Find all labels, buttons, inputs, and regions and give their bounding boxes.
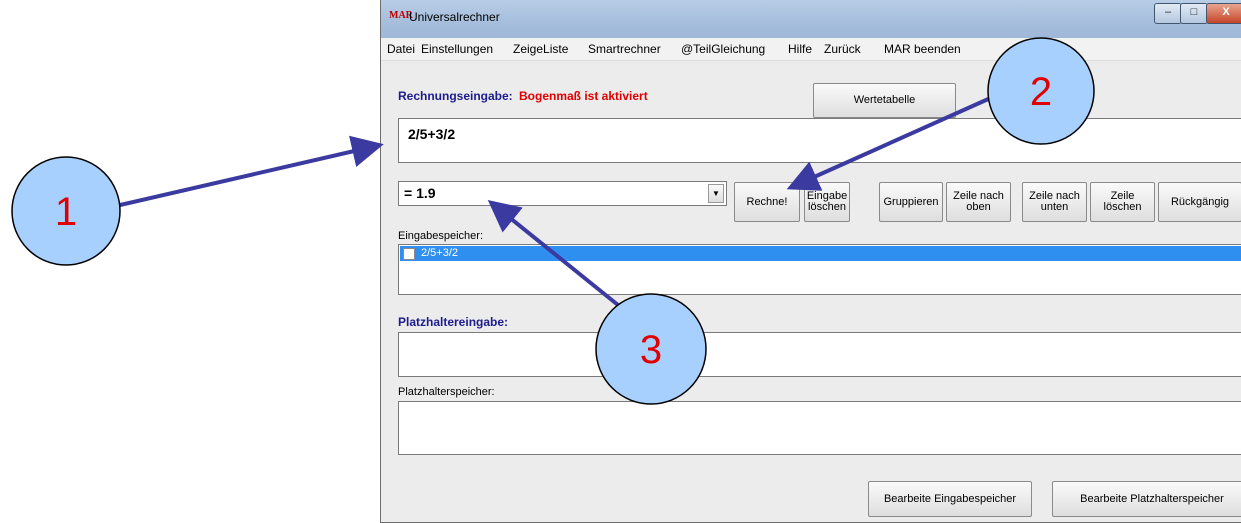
callout-3: 3: [595, 293, 707, 405]
callout-1: 1: [11, 156, 121, 266]
callout-2-arrow: [786, 94, 996, 191]
callout-1-arrow: [119, 135, 384, 207]
callout-2-label: 2: [1030, 70, 1052, 114]
callout-1-label: 1: [55, 190, 77, 234]
callout-3-arrow: [487, 199, 620, 307]
annotation-overlay: 1 2 3: [11, 37, 1095, 405]
callout-3-label: 3: [640, 328, 662, 372]
callout-2: 2: [987, 37, 1095, 145]
